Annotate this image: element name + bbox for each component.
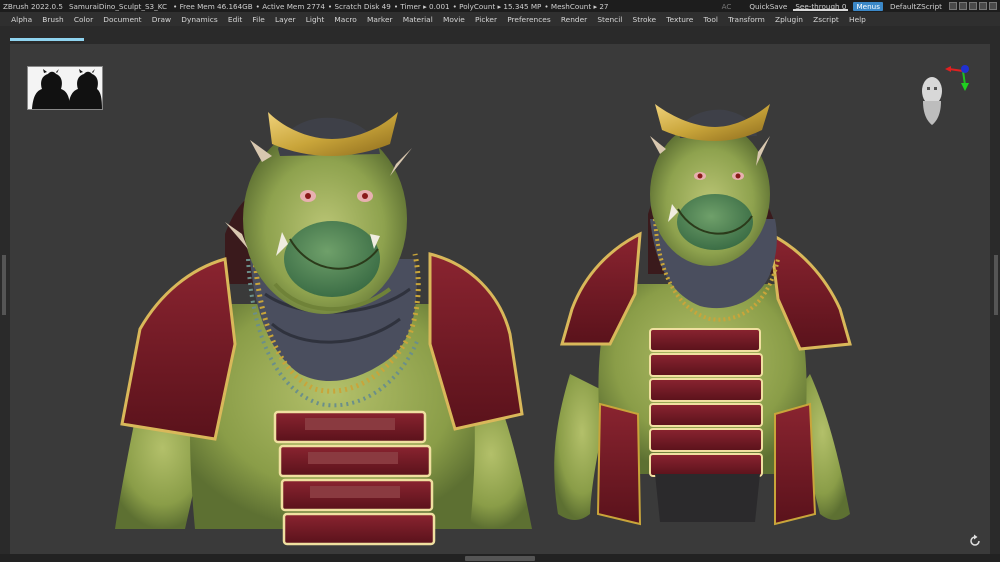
window-controls: [946, 2, 1000, 10]
menu-bar: Alpha Brush Color Document Draw Dynamics…: [0, 12, 1000, 26]
rotate-glyph: [970, 534, 980, 546]
menu-color[interactable]: Color: [69, 15, 98, 24]
menu-brush[interactable]: Brush: [37, 15, 69, 24]
menu-texture[interactable]: Texture: [661, 15, 698, 24]
samurai-dino-right: [554, 104, 852, 526]
left-tray-handle[interactable]: [2, 255, 6, 315]
menu-macro[interactable]: Macro: [329, 15, 362, 24]
menu-picker[interactable]: Picker: [470, 15, 502, 24]
minimize-icon[interactable]: [969, 2, 977, 10]
close-icon[interactable]: [989, 2, 997, 10]
menu-document[interactable]: Document: [98, 15, 146, 24]
menu-layer[interactable]: Layer: [270, 15, 301, 24]
axis-gizmo[interactable]: [915, 59, 975, 134]
scratch-disk: • Scratch Disk 49: [327, 1, 391, 11]
menu-edit[interactable]: Edit: [223, 15, 248, 24]
menu-light[interactable]: Light: [301, 15, 330, 24]
default-zscript-button[interactable]: DefaultZScript: [886, 2, 946, 11]
active-mem: • Active Mem 2774: [255, 1, 325, 11]
menu-stroke[interactable]: Stroke: [627, 15, 661, 24]
layout-icon-2[interactable]: [959, 2, 967, 10]
menu-tool[interactable]: Tool: [698, 15, 723, 24]
bottom-tray-handle[interactable]: [465, 556, 535, 561]
see-through-slider[interactable]: See-through 0: [791, 2, 850, 11]
file-name: SamuraiDino_Sculpt_S3_KC: [68, 1, 168, 11]
menu-alpha[interactable]: Alpha: [6, 15, 37, 24]
menu-file[interactable]: File: [247, 15, 270, 24]
menus-toggle[interactable]: Menus: [853, 1, 883, 11]
right-tray-handle[interactable]: [994, 255, 998, 315]
ac-indicator: AC: [721, 1, 732, 11]
menu-preferences[interactable]: Preferences: [502, 15, 556, 24]
axis-gizmo-icon: [922, 65, 969, 125]
menu-help[interactable]: Help: [844, 15, 871, 24]
model-viewport: [115, 104, 852, 546]
menu-transform[interactable]: Transform: [723, 15, 770, 24]
polycount: • PolyCount ▸ 15.345 MP: [452, 1, 542, 11]
menu-movie[interactable]: Movie: [438, 15, 470, 24]
app-version: ZBrush 2022.0.5: [3, 1, 63, 11]
maximize-icon[interactable]: [979, 2, 987, 10]
menu-draw[interactable]: Draw: [147, 15, 177, 24]
menu-zplugin[interactable]: Zplugin: [770, 15, 808, 24]
meshcount: • MeshCount ▸ 27: [544, 1, 609, 11]
menu-dynamics[interactable]: Dynamics: [176, 15, 223, 24]
menu-render[interactable]: Render: [556, 15, 593, 24]
menu-zscript[interactable]: Zscript: [808, 15, 844, 24]
document-canvas[interactable]: [10, 44, 990, 554]
samurai-dino-left: [115, 112, 532, 546]
rotate-icon[interactable]: [968, 534, 982, 548]
menu-material[interactable]: Material: [398, 15, 438, 24]
see-through-track: [793, 8, 849, 11]
title-bar: ZBrush 2022.0.5 SamuraiDino_Sculpt_S3_KC…: [0, 0, 1000, 12]
layout-icon[interactable]: [949, 2, 957, 10]
quicksave-button[interactable]: QuickSave: [745, 2, 791, 11]
tab-strip: [0, 26, 1000, 44]
menu-stencil[interactable]: Stencil: [592, 15, 627, 24]
timer: • Timer ▸ 0.001: [393, 1, 450, 11]
active-tab-indicator[interactable]: [10, 38, 84, 41]
menu-marker[interactable]: Marker: [362, 15, 398, 24]
free-mem: • Free Mem 46.164GB: [173, 1, 253, 11]
